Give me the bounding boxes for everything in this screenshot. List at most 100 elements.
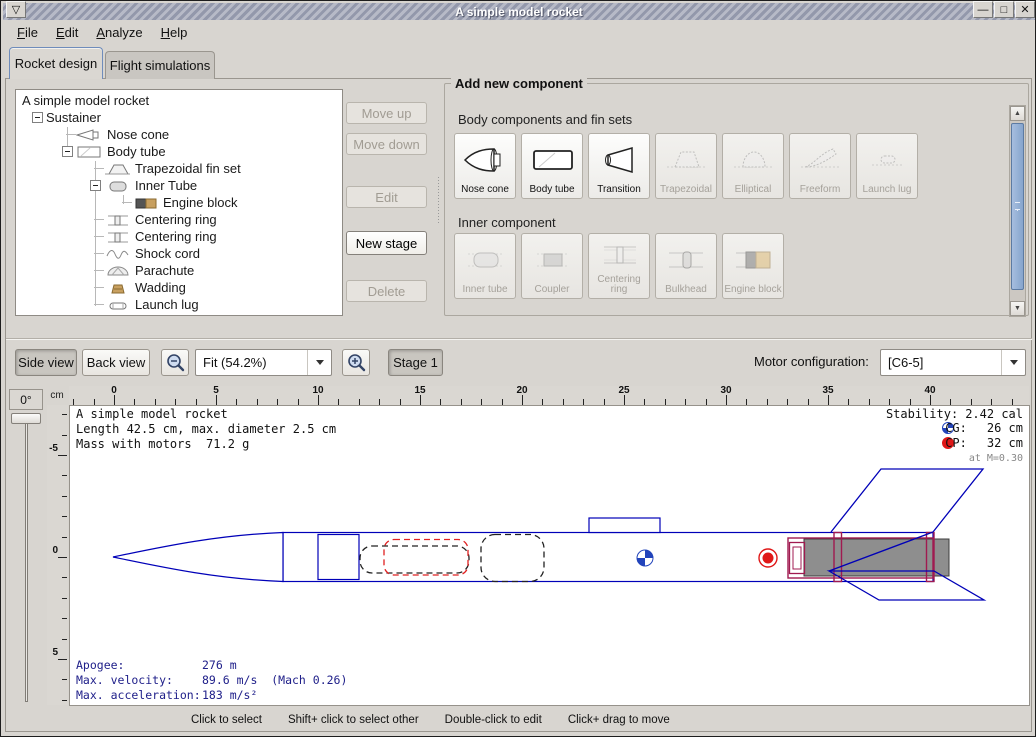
add-elliptical-fin-button[interactable]: Elliptical [722,133,784,199]
add-transition-button[interactable]: Transition [588,133,650,199]
zoom-level-combo[interactable]: Fit (54.2%) [195,349,332,376]
add-bulkhead-button[interactable]: Bulkhead [655,233,717,299]
component-panel-scrollbar[interactable]: ▲ ▼ [1009,105,1026,317]
tab-rocket-design[interactable]: Rocket design [9,47,103,79]
ruler-tick [726,395,727,405]
tree-item-label: Inner Tube [135,178,197,193]
tree-item-body-tube[interactable]: Body tube [16,143,342,160]
tree-item-label: Wadding [135,280,186,295]
window-menu-button[interactable]: ▽ [6,1,26,18]
app-window: A simple model rocket ▽ — □ ✕ File Edit … [0,0,1036,737]
button-label: Body tube [529,185,574,195]
add-body-tube-button[interactable]: Body tube [521,133,583,199]
tree-connector [90,265,101,276]
button-label: Elliptical [735,185,772,195]
cg-marker [637,550,653,566]
ruler-label: 40 [920,385,940,396]
edit-button[interactable]: Edit [346,186,427,208]
nose-cone-outline[interactable] [113,533,283,582]
tree-item-trapezoidal-fin-set[interactable]: Trapezoidal fin set [16,160,342,177]
collapse-icon[interactable] [62,146,73,157]
add-trapezoidal-fin-button[interactable]: Trapezoidal [655,133,717,199]
zoom-in-button[interactable] [342,349,370,376]
minimize-button[interactable]: — [973,1,993,18]
horizontal-ruler: 0510152025303540 [69,386,1029,405]
close-button[interactable]: ✕ [1015,1,1035,18]
rocket-figure: A simple model rocket Length 42.5 cm, ma… [70,406,1029,705]
add-freeform-fin-button[interactable]: Freeform [789,133,851,199]
splitter-grip[interactable] [437,176,441,224]
component-tree[interactable]: A simple model rocket Sustainer Nose con… [15,89,343,316]
rotation-slider-handle[interactable] [11,413,41,424]
tree-item-label: A simple model rocket [22,93,149,108]
tree-item-shock-cord[interactable]: Shock cord [16,245,342,262]
tree-item-label: Launch lug [135,297,199,312]
menu-analyze[interactable]: Analyze [88,23,150,42]
tree-item-launch-lug[interactable]: Launch lug [16,296,342,313]
add-coupler-button[interactable]: Coupler [521,233,583,299]
tree-connector [62,129,73,140]
add-engine-block-button[interactable]: Engine block [722,233,784,299]
cp-text: CP:32 cm [945,436,1023,450]
add-nose-cone-button[interactable]: Nose cone [454,133,516,199]
scroll-down-button[interactable]: ▼ [1010,301,1025,316]
tree-item-centering-ring-2[interactable]: Centering ring [16,228,342,245]
hint-shift-select: Shift+ click to select other [288,714,419,726]
engine-block-icon [132,196,158,210]
menu-file[interactable]: File [9,23,46,42]
delete-button[interactable]: Delete [346,280,427,302]
add-launch-lug-button[interactable]: Launch lug [856,133,918,199]
ruler-label: 30 [716,385,736,396]
collapse-icon[interactable] [90,180,101,191]
tree-item-wadding[interactable]: Wadding [16,279,342,296]
ruler-label: 10 [308,385,328,396]
separator [6,338,1032,340]
group-title: Add new component [451,76,587,91]
magnifier-minus-icon [164,352,186,374]
back-view-button[interactable]: Back view [82,349,150,376]
combo-chevron[interactable] [1001,350,1025,375]
scroll-up-button[interactable]: ▲ [1010,106,1025,121]
title-bar[interactable]: A simple model rocket [3,3,1035,20]
rotation-value-box: 0° [9,389,43,410]
stage-1-toggle[interactable]: Stage 1 [388,349,443,376]
hint-double-click: Double-click to edit [445,714,542,726]
collapse-icon[interactable] [32,112,43,123]
add-inner-tube-button[interactable]: Inner tube [454,233,516,299]
zoom-out-button[interactable] [161,349,189,376]
menu-help[interactable]: Help [153,23,196,42]
tree-item-parachute[interactable]: Parachute [16,262,342,279]
tree-item-inner-tube[interactable]: Inner Tube [16,177,342,194]
ruler-tick [828,395,829,405]
fin-top-outline[interactable] [831,469,983,532]
combo-chevron[interactable] [307,350,331,375]
window-menu-icon: ▽ [12,3,20,16]
tree-item-label: Body tube [107,144,166,159]
rotation-slider-track[interactable] [25,414,28,702]
tab-flight-simulations[interactable]: Flight simulations [105,51,215,79]
new-stage-button[interactable]: New stage [346,231,427,255]
tree-item-sustainer[interactable]: Sustainer [16,109,342,126]
side-view-button[interactable]: Side view [15,349,77,376]
add-centering-ring-button[interactable]: Centering ring [588,233,650,299]
menu-edit[interactable]: Edit [48,23,86,42]
tree-item-engine-block[interactable]: Engine block [16,194,342,211]
scrollbar-thumb[interactable] [1011,123,1024,290]
motor-configuration-combo[interactable]: [C6-5] [880,349,1026,376]
transition-icon [596,144,642,176]
tree-item-label: Centering ring [135,212,217,227]
tree-item-centering-ring-1[interactable]: Centering ring [16,211,342,228]
tree-item-label: Centering ring [135,229,217,244]
tree-item-rocket[interactable]: A simple model rocket [16,92,342,109]
launch-lug-outline[interactable] [589,518,660,533]
elliptical-fin-icon [730,144,776,176]
tree-item-nose-cone[interactable]: Nose cone [16,126,342,143]
move-up-button[interactable]: Move up [346,102,427,124]
tree-item-label: Parachute [135,263,194,278]
tree-connector [90,299,101,310]
tree-connector [90,231,101,242]
rocket-canvas[interactable]: A simple model rocket Length 42.5 cm, ma… [69,405,1030,706]
move-down-button[interactable]: Move down [346,133,427,155]
maximize-button[interactable]: □ [994,1,1014,18]
ruler-tick [62,639,67,640]
